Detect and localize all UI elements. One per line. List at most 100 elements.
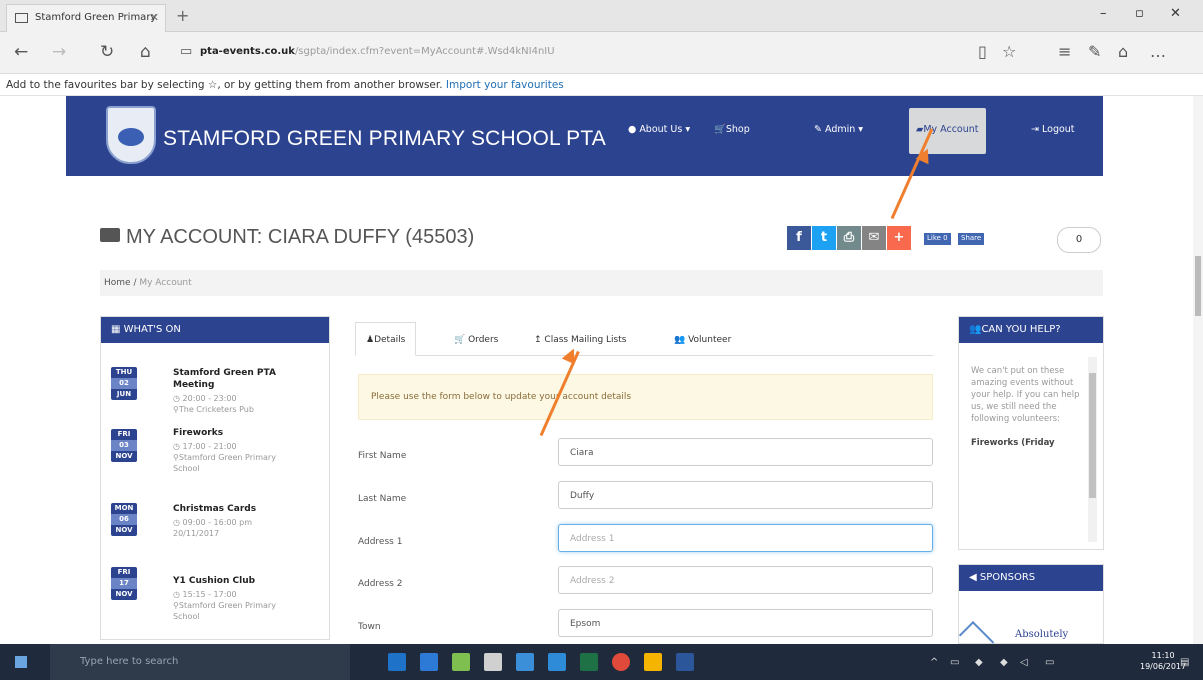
tab-volunteer[interactable]: 👥 Volunteer — [663, 322, 742, 356]
maximize-icon[interactable]: ▫ — [1135, 6, 1144, 21]
address2-field[interactable]: Address 2 — [558, 566, 933, 594]
event-time: ◷ 20:00 - 23:00 — [173, 394, 237, 403]
edit-icon: ✎ — [814, 124, 822, 135]
url-path: /sgpta/index.cfm?event=MyAccount#.Wsd4kN… — [294, 46, 555, 57]
tab-title: Stamford Green Primary — [35, 12, 157, 23]
town-field[interactable]: Epsom — [558, 609, 933, 637]
facebook-share-icon[interactable]: f — [787, 226, 811, 250]
event-title[interactable]: Y1 Cushion Club — [173, 575, 255, 587]
help-text-body: We can't put on these amazing events wit… — [971, 366, 1080, 424]
tab-details[interactable]: ♟Details — [355, 322, 417, 356]
new-tab-icon[interactable]: + — [176, 6, 189, 25]
page-scrollbar[interactable] — [1193, 96, 1203, 644]
event-place-text: Stamford Green Primary School — [173, 453, 276, 473]
school-crest-logo[interactable] — [106, 106, 156, 164]
tab-orders[interactable]: 🛒 Orders — [443, 322, 509, 356]
sponsors-header: ◀ SPONSORS — [959, 565, 1103, 591]
explorer-icon[interactable] — [484, 653, 502, 671]
facebook-share-button[interactable]: Share — [958, 233, 985, 245]
page-info-icon[interactable]: ▭ — [180, 44, 192, 59]
site-header: STAMFORD GREEN PRIMARY SCHOOL PTA ● Abou… — [66, 96, 1103, 176]
event-date: 17 — [111, 578, 137, 589]
breadcrumb-home[interactable]: Home — [104, 278, 131, 288]
last-name-field[interactable]: Duffy — [558, 481, 933, 509]
hub-icon[interactable]: ≡ — [1058, 42, 1071, 61]
help-scroll-thumb[interactable] — [1089, 373, 1096, 498]
event-title[interactable]: Stamford Green PTA Meeting — [173, 367, 293, 391]
refresh-icon[interactable]: ↻ — [100, 42, 114, 62]
store-icon[interactable] — [452, 653, 470, 671]
web-note-icon[interactable]: ✎ — [1088, 42, 1101, 61]
event-month: JUN — [111, 389, 137, 400]
minimize-icon[interactable]: – — [1100, 6, 1107, 21]
outlook-icon[interactable] — [388, 653, 406, 671]
facebook-like-button[interactable]: Like 0 — [924, 233, 951, 245]
forward-icon[interactable]: → — [52, 42, 66, 62]
event-date-badge: THU 02 JUN — [111, 367, 137, 400]
edge-icon[interactable] — [420, 653, 438, 671]
first-name-field[interactable]: Ciara — [558, 438, 933, 466]
sponsor-name[interactable]: Absolutely — [1015, 629, 1068, 640]
tray-app-icon[interactable]: ◆ — [975, 657, 983, 668]
whats-on-title: WHAT'S ON — [123, 324, 181, 335]
import-favourites-link[interactable]: Import your favourites — [446, 79, 564, 91]
print-share-icon[interactable]: ⎙ — [837, 226, 861, 250]
event-time-text: 09:00 - 16:00 pm — [182, 518, 253, 527]
tab-details-label: Details — [374, 335, 406, 345]
chrome-icon[interactable] — [612, 653, 630, 671]
event-place-text: Stamford Green Primary School — [173, 601, 276, 621]
nav-logout[interactable]: ⇥ Logout — [1031, 124, 1075, 135]
ie-icon[interactable] — [516, 653, 534, 671]
event-day: FRI — [111, 429, 137, 440]
site-name[interactable]: STAMFORD GREEN PRIMARY SCHOOL PTA — [163, 127, 606, 151]
windows-start-icon[interactable] — [15, 656, 27, 668]
event-title[interactable]: Fireworks — [173, 427, 223, 439]
mail-icon[interactable] — [548, 653, 566, 671]
group-icon: 👥 — [969, 324, 982, 335]
close-window-icon[interactable]: ✕ — [1170, 6, 1181, 21]
close-tab-icon[interactable]: ✕ — [150, 11, 159, 24]
megaphone-icon: ◀ — [969, 572, 977, 583]
back-icon[interactable]: ← — [14, 42, 28, 62]
nav-about-us[interactable]: ● About Us ▾ — [628, 124, 690, 135]
group-icon: 👥 — [674, 335, 686, 345]
tray-chevron-icon[interactable]: ^ — [930, 657, 938, 668]
tab-volunteer-label: Volunteer — [688, 335, 732, 345]
excel-icon[interactable] — [580, 653, 598, 671]
notifications-icon[interactable]: ▤ — [1180, 657, 1189, 668]
volume-icon[interactable]: ◁ — [1020, 657, 1028, 668]
tray-app2-icon[interactable]: ◆ — [1000, 657, 1008, 668]
url-field[interactable]: pta-events.co.uk/sgpta/index.cfm?event=M… — [200, 46, 555, 57]
help-item[interactable]: Fireworks (Friday — [971, 438, 1055, 448]
keyboard-icon[interactable]: ▭ — [1045, 657, 1054, 668]
can-you-help-panel: 👥CAN YOU HELP? We can't put on these ama… — [958, 316, 1104, 550]
sponsors-title: SPONSORS — [979, 572, 1036, 583]
favourites-hint: Add to the favourites bar by selecting ☆… — [6, 79, 443, 91]
event-time-text: 15:15 - 17:00 — [182, 590, 237, 599]
reading-view-icon[interactable]: ▯ — [978, 42, 987, 61]
nav-shop-label: Shop — [725, 124, 750, 135]
favorite-star-icon[interactable]: ☆ — [1002, 42, 1016, 61]
browser-tab-bar: Stamford Green Primary ✕ + – ▫ ✕ — [0, 0, 1203, 32]
folder-icon[interactable] — [644, 653, 662, 671]
page-scroll-thumb[interactable] — [1195, 256, 1201, 316]
address1-label: Address 1 — [358, 537, 403, 547]
word-icon[interactable] — [676, 653, 694, 671]
more-share-icon[interactable]: + — [887, 226, 911, 250]
more-icon[interactable]: … — [1150, 42, 1166, 61]
tab-orders-label: Orders — [468, 335, 499, 345]
nav-shop[interactable]: 🛒Shop — [714, 124, 750, 135]
address1-field[interactable]: Address 1 — [558, 524, 933, 552]
share-icon[interactable]: ⌂ — [1118, 42, 1128, 61]
event-place: ⚲Stamford Green Primary School — [173, 601, 276, 621]
home-icon[interactable]: ⌂ — [140, 42, 151, 62]
page-title-text: MY ACCOUNT: CIARA DUFFY (45503) — [126, 226, 475, 248]
event-title[interactable]: Christmas Cards — [173, 503, 256, 515]
taskbar-search[interactable]: Type here to search — [50, 644, 350, 680]
browser-tab[interactable]: Stamford Green Primary ✕ — [6, 4, 166, 32]
email-share-icon[interactable]: ✉ — [862, 226, 886, 250]
nav-admin[interactable]: ✎ Admin ▾ — [814, 124, 863, 135]
event-time: ◷ 17:00 - 21:00 — [173, 442, 237, 451]
twitter-share-icon[interactable]: t — [812, 226, 836, 250]
network-icon[interactable]: ▭ — [950, 657, 959, 668]
